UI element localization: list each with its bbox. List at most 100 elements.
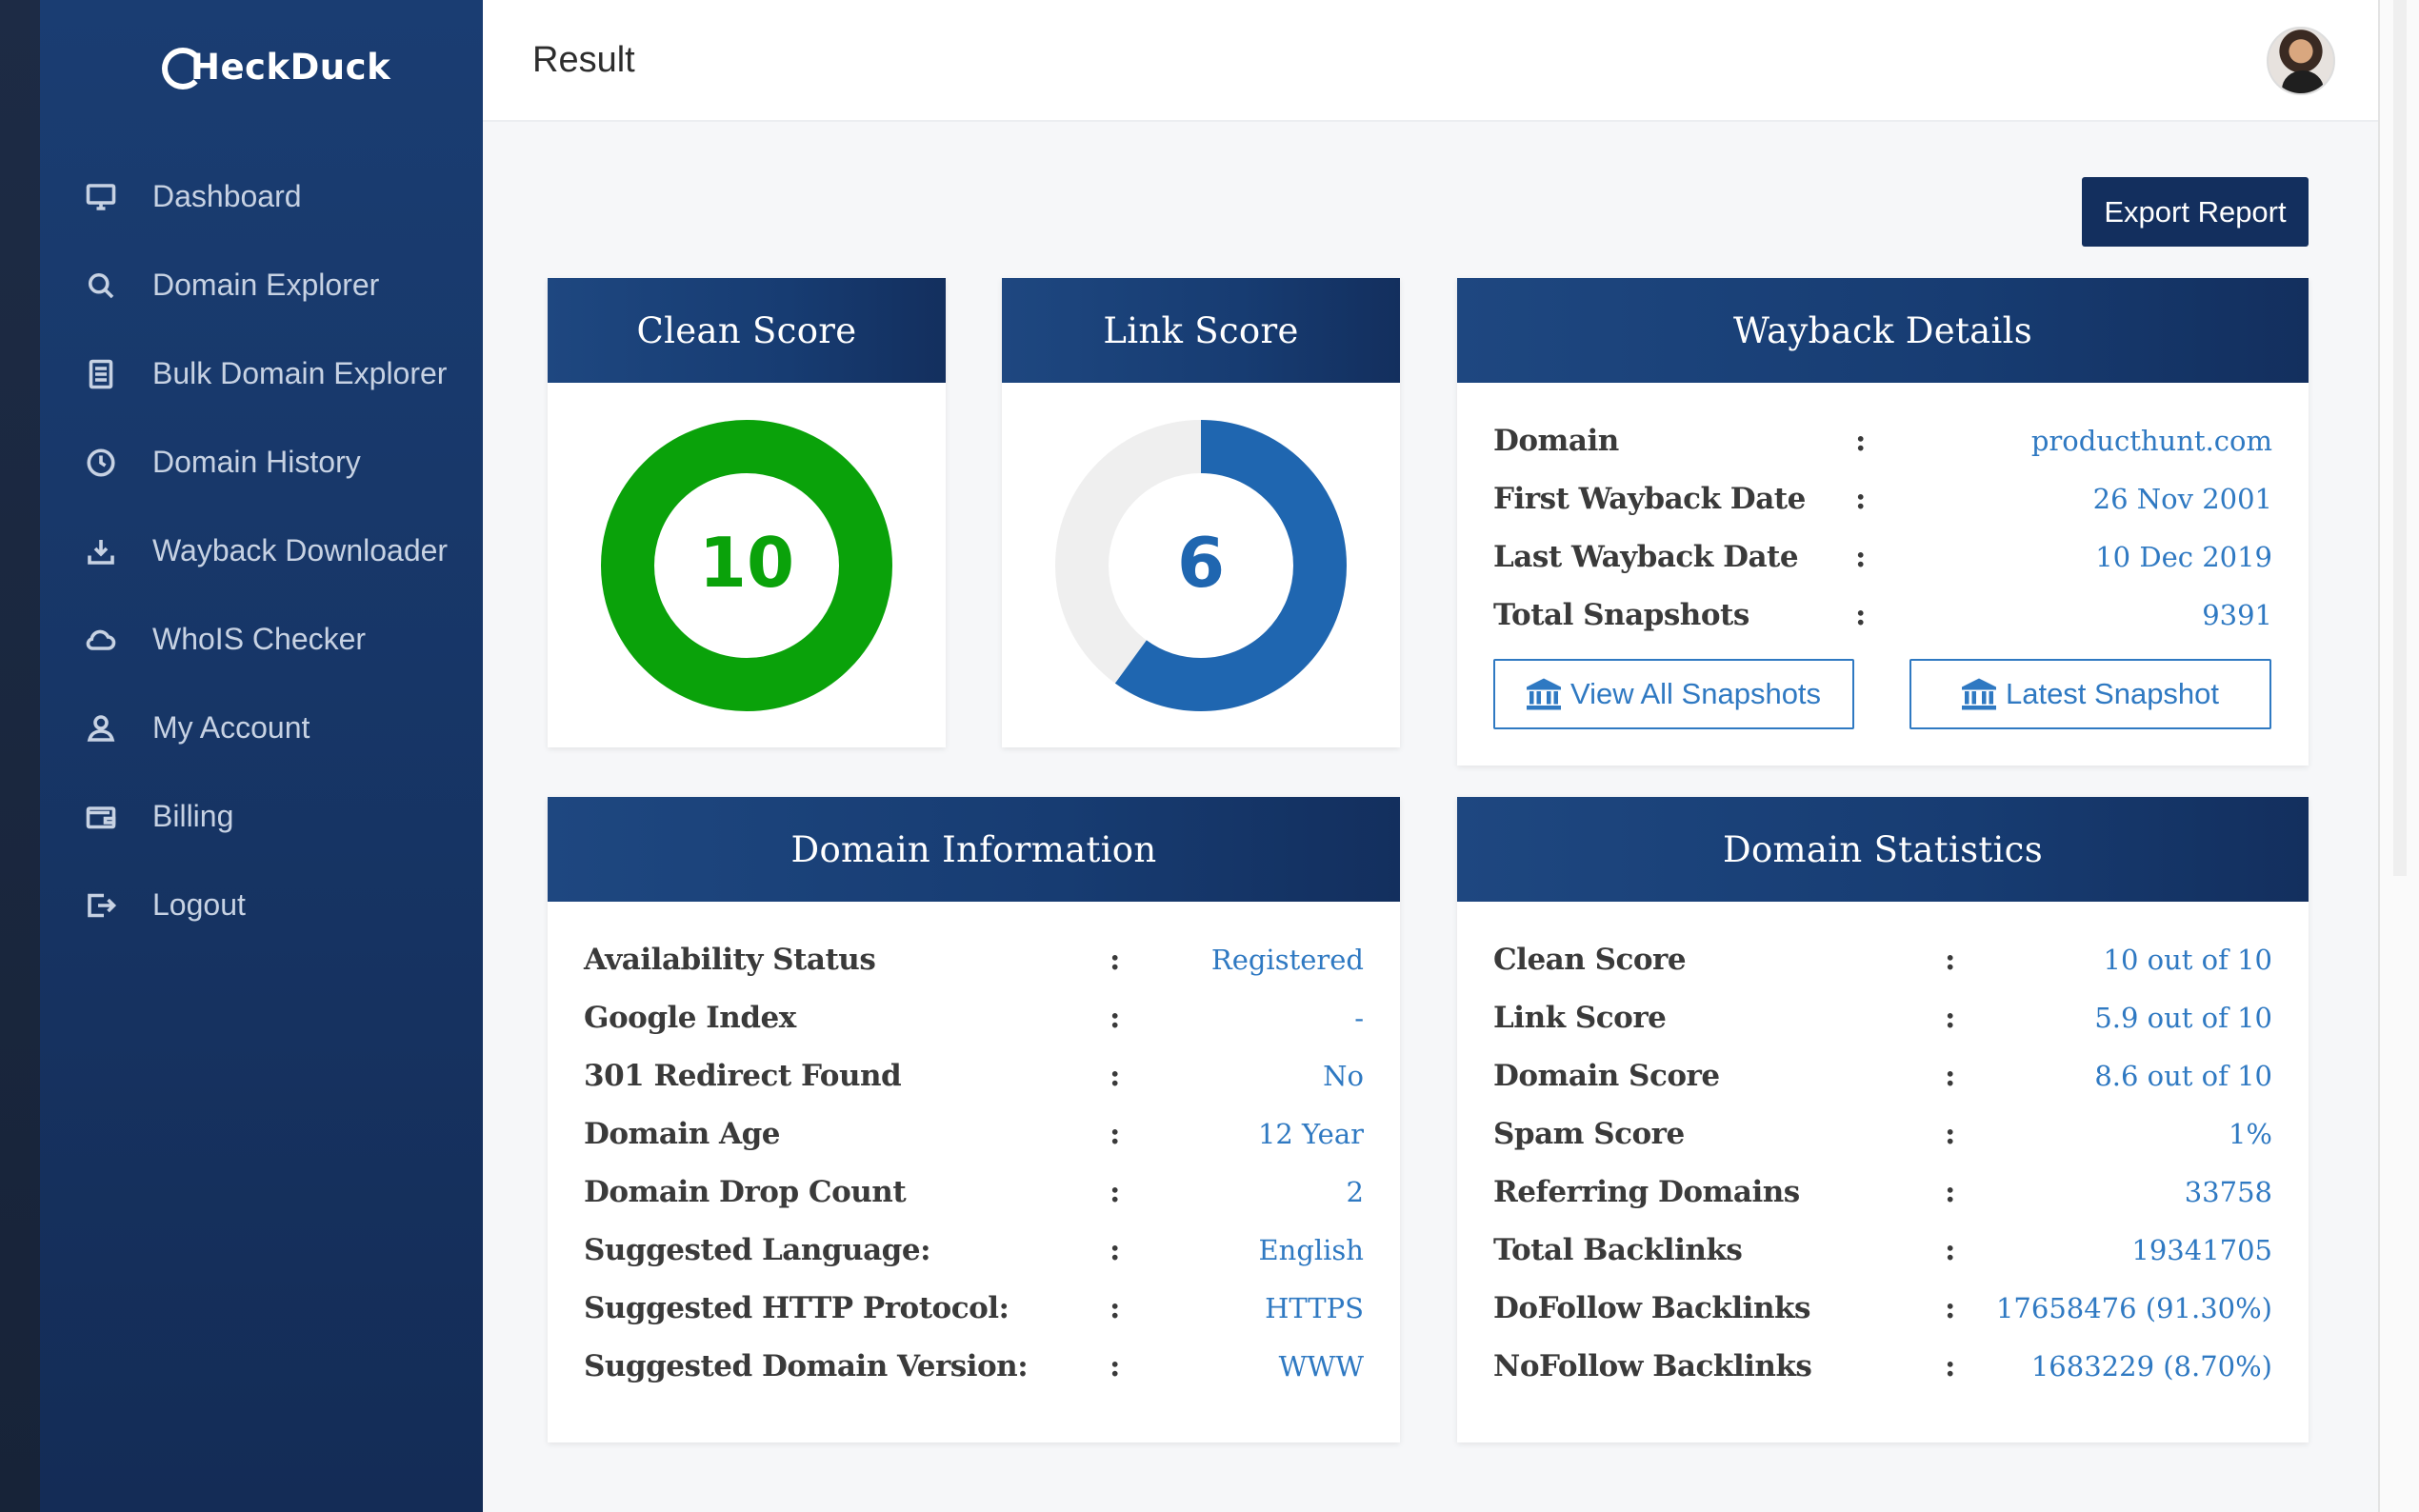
row-value: 12 Year (1257, 1117, 1364, 1150)
row-colon: : (1110, 1232, 1121, 1267)
sidebar-item-logout[interactable]: Logout (40, 861, 483, 949)
latest-snapshot-button[interactable]: Latest Snapshot (1909, 659, 2271, 729)
row-colon: : (1110, 1000, 1121, 1035)
sidebar-item-label: My Account (152, 710, 310, 745)
row-value: WWW (1278, 1349, 1364, 1383)
row-colon: : (1110, 1348, 1121, 1383)
sidebar-item-label: Billing (152, 799, 234, 833)
row-label: Clean Score (1493, 942, 1687, 977)
row-label: Link Score (1493, 1000, 1667, 1035)
row-label: Total Backlinks (1493, 1232, 1743, 1267)
view-all-snapshots-button[interactable]: View All Snapshots (1493, 659, 1854, 729)
clean-score-donut: 10 (601, 420, 892, 711)
row-value: 2 (1346, 1175, 1364, 1208)
row-value: 19341705 (2131, 1233, 2272, 1266)
wallet-icon (82, 798, 120, 836)
stat-row: Spam Score: 1% (1493, 1104, 2272, 1163)
wayback-row: Domain: producthunt.com (1493, 411, 2272, 469)
info-row: Suggested HTTP Protocol:: HTTPS (584, 1279, 1364, 1337)
sidebar-item-label: WhoIS Checker (152, 622, 367, 656)
link-score-value: 6 (1177, 523, 1225, 603)
sidebar-item-bulk-domain-explorer[interactable]: Bulk Domain Explorer (40, 329, 483, 418)
row-colon: : (1945, 1000, 1956, 1035)
info-row: Suggested Domain Version:: WWW (584, 1337, 1364, 1395)
scrollbar-thumb[interactable] (2393, 0, 2407, 876)
wayback-row: Last Wayback Date: 10 Dec 2019 (1493, 527, 2272, 586)
info-row: Suggested Language:: English (584, 1221, 1364, 1279)
sidebar-item-domain-history[interactable]: Domain History (40, 418, 483, 507)
info-row: Domain Drop Count: 2 (584, 1163, 1364, 1221)
document-icon (82, 355, 120, 393)
domain-information-title: Domain Information (548, 797, 1400, 902)
scrollbar[interactable] (2378, 0, 2419, 1512)
row-colon: : (1110, 1058, 1121, 1093)
row-value: - (1354, 1001, 1364, 1034)
bank-icon (1961, 678, 1996, 710)
sidebar-item-label: Domain History (152, 445, 361, 479)
logo-mark (162, 48, 204, 90)
stat-row: Clean Score: 10 out of 10 (1493, 930, 2272, 988)
app-logo[interactable]: HeckDuck (162, 46, 390, 90)
row-colon: : (1855, 597, 1867, 632)
clean-score-card: Clean Score 10 (548, 278, 946, 747)
row-colon: : (1945, 1174, 1956, 1209)
stat-row: Total Backlinks: 19341705 (1493, 1221, 2272, 1279)
sidebar-item-label: Wayback Downloader (152, 533, 449, 567)
row-value: English (1258, 1233, 1364, 1266)
sidebar-item-label: Dashboard (152, 179, 302, 213)
stat-row: Link Score: 5.9 out of 10 (1493, 988, 2272, 1046)
domain-statistics-title: Domain Statistics (1457, 797, 2309, 902)
row-colon: : (1110, 942, 1121, 977)
sidebar-item-domain-explorer[interactable]: Domain Explorer (40, 241, 483, 329)
sidebar-item-my-account[interactable]: My Account (40, 684, 483, 772)
row-label: Availability Status (584, 942, 876, 977)
search-icon (82, 267, 120, 305)
link-score-title: Link Score (1002, 278, 1400, 383)
page-title: Result (532, 40, 635, 80)
row-colon: : (1855, 539, 1867, 574)
sidebar-item-label: Domain Explorer (152, 268, 380, 302)
domain-info-rows: Availability Status: Registered Google In… (584, 930, 1364, 1395)
sidebar-nav: Dashboard Domain Explorer Bulk Domain Ex… (40, 152, 483, 949)
wayback-row: First Wayback Date: 26 Nov 2001 (1493, 469, 2272, 527)
export-report-button[interactable]: Export Report (2082, 177, 2309, 247)
row-label: Suggested Domain Version: (584, 1348, 1029, 1383)
row-label: Spam Score (1493, 1116, 1685, 1151)
row-value: 10 Dec 2019 (2095, 540, 2272, 573)
clean-score-title: Clean Score (548, 278, 946, 383)
wayback-rows: Domain: producthunt.com First Wayback Dat… (1493, 411, 2272, 644)
row-value: 33758 (2184, 1175, 2272, 1208)
row-value: 17658476 (91.30%) (1995, 1291, 2272, 1324)
user-icon (82, 709, 120, 747)
row-label: Last Wayback Date (1493, 539, 1799, 574)
info-row: Availability Status: Registered (584, 930, 1364, 988)
row-label: DoFollow Backlinks (1493, 1290, 1810, 1325)
row-value: 8.6 out of 10 (2094, 1059, 2272, 1092)
info-row: Domain Age: 12 Year (584, 1104, 1364, 1163)
row-label: Domain Age (584, 1116, 781, 1151)
wayback-row: Total Snapshots: 9391 (1493, 586, 2272, 644)
domain-link[interactable]: producthunt.com (2031, 425, 2272, 457)
button-label: Latest Snapshot (2005, 677, 2220, 710)
row-label: Suggested HTTP Protocol: (584, 1290, 1010, 1325)
sidebar-item-whois-checker[interactable]: WhoIS Checker (40, 595, 483, 684)
row-label: Suggested Language: (584, 1232, 931, 1267)
sidebar-item-dashboard[interactable]: Dashboard (40, 152, 483, 241)
row-value: 1683229 (8.70%) (2030, 1349, 2272, 1383)
cloud-icon (82, 621, 120, 659)
sidebar-item-label: Bulk Domain Explorer (152, 356, 448, 390)
avatar[interactable] (2267, 27, 2335, 95)
row-colon: : (1110, 1290, 1121, 1325)
domain-stats-rows: Clean Score: 10 out of 10 Link Score: 5.9 … (1493, 930, 2272, 1395)
row-label: Domain Score (1493, 1058, 1720, 1093)
sidebar-item-wayback-downloader[interactable]: Wayback Downloader (40, 507, 483, 595)
row-value: 5.9 out of 10 (2094, 1001, 2272, 1034)
row-label: NoFollow Backlinks (1493, 1348, 1812, 1383)
sidebar-item-label: Logout (152, 887, 246, 922)
window-edge (0, 0, 40, 1512)
info-row: 301 Redirect Found: No (584, 1046, 1364, 1104)
clock-icon (82, 444, 120, 482)
row-colon: : (1855, 481, 1867, 516)
sidebar-item-billing[interactable]: Billing (40, 772, 483, 861)
row-label: Referring Domains (1493, 1174, 1800, 1209)
